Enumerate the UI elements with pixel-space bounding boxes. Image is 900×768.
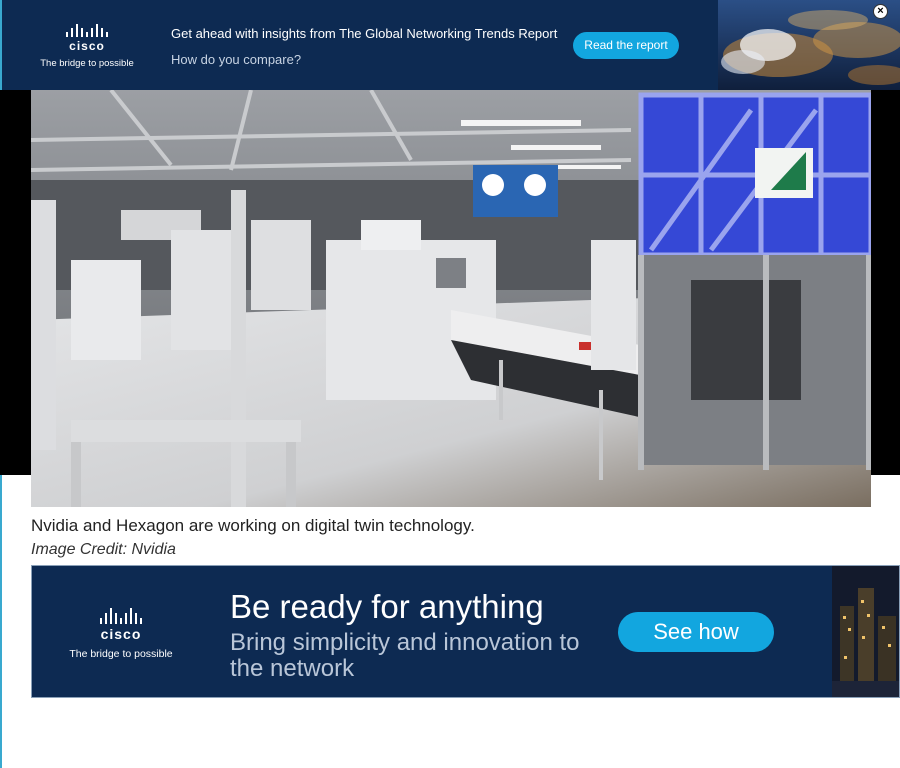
factory-digital-twin-image [31,90,871,507]
ad-headline: Be ready for anything [230,588,544,625]
cisco-wordmark: cisco [69,39,105,53]
cisco-logo: cisco The bridge to possible [32,24,142,69]
cisco-tagline: The bridge to possible [40,58,134,69]
close-icon[interactable]: × [873,4,888,19]
ad-subline: How do you compare? [171,52,302,67]
ad-headline: Get ahead with insights from The Global … [171,26,558,41]
cisco-bars-icon [32,24,142,37]
read-report-button[interactable]: Read the report [573,32,679,59]
bottom-banner-ad[interactable]: cisco The bridge to possible Be ready fo… [31,565,900,698]
image-caption: Nvidia and Hexagon are working on digita… [31,516,475,535]
ad-subline: Bring simplicity and innovation to the n… [230,629,580,682]
top-banner-ad[interactable]: cisco The bridge to possible Get ahead w… [2,0,900,90]
cisco-logo: cisco The bridge to possible [56,608,186,660]
cisco-bars-icon [56,608,186,624]
cisco-tagline: The bridge to possible [69,648,173,660]
cisco-wordmark: cisco [100,626,142,642]
image-credit: Image Credit: Nvidia [31,541,176,558]
see-how-button[interactable]: See how [618,612,774,652]
city-skyline-night-image [832,566,899,697]
